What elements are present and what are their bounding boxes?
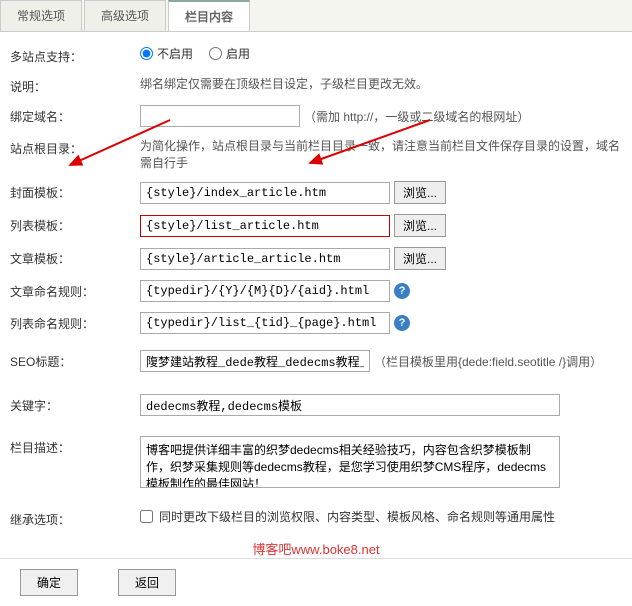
input-articlerule[interactable]: [140, 280, 390, 302]
input-seotitle[interactable]: [140, 350, 370, 372]
help-icon[interactable]: ?: [394, 283, 410, 299]
input-listtpl[interactable]: [140, 215, 390, 237]
label-columndesc: 栏目描述：: [10, 436, 140, 456]
input-listrule[interactable]: [140, 312, 390, 334]
label-siteroot: 站点根目录：: [10, 137, 140, 157]
label-seotitle: SEO标题：: [10, 350, 140, 370]
tab-advanced[interactable]: 高级选项: [84, 0, 166, 31]
textarea-columndesc[interactable]: 博客吧提供详细丰富的织梦dedecms相关经验技巧，内容包含织梦模板制作，织梦采…: [140, 436, 560, 488]
radio-multisite-on[interactable]: 启用: [209, 45, 250, 62]
label-listrule: 列表命名规则：: [10, 312, 140, 332]
ok-button[interactable]: 确定: [20, 569, 78, 596]
desc-text: 绑名绑定仅需要在顶级栏目设定，子级栏目更改无效。: [140, 75, 428, 92]
label-listtpl: 列表模板：: [10, 214, 140, 234]
seo-note: （栏目模板里用{dede:field.seotitle /}调用）: [374, 353, 602, 370]
label-articlerule: 文章命名规则：: [10, 280, 140, 300]
radio-multisite-off[interactable]: 不启用: [140, 45, 193, 62]
input-binddomain[interactable]: [140, 105, 300, 127]
label-keywords: 关键字：: [10, 394, 140, 414]
help-icon[interactable]: ?: [394, 315, 410, 331]
input-keywords[interactable]: [140, 394, 560, 416]
binddomain-hint: （需加 http://，一级或二级域名的根网址）: [304, 108, 529, 125]
siteroot-hint: 为简化操作，站点根目录与当前栏目目录一致，请注意当前栏目文件保存目录的设置，域名…: [140, 137, 622, 171]
label-binddomain: 绑定域名：: [10, 105, 140, 125]
browse-listtpl[interactable]: 浏览...: [394, 214, 446, 237]
browse-covertpl[interactable]: 浏览...: [394, 181, 446, 204]
back-button[interactable]: 返回: [118, 569, 176, 596]
label-covertpl: 封面模板：: [10, 181, 140, 201]
label-articletpl: 文章模板：: [10, 247, 140, 267]
tab-general[interactable]: 常规选项: [0, 0, 82, 31]
input-covertpl[interactable]: [140, 182, 390, 204]
label-multisite: 多站点支持：: [10, 45, 140, 65]
input-articletpl[interactable]: [140, 248, 390, 270]
browse-articletpl[interactable]: 浏览...: [394, 247, 446, 270]
label-desc: 说明：: [10, 75, 140, 95]
label-inherit: 继承选项：: [10, 508, 140, 528]
tab-column[interactable]: 栏目内容: [168, 0, 250, 31]
checkbox-inherit[interactable]: 同时更改下级栏目的浏览权限、内容类型、模板风格、命名规则等通用属性: [140, 508, 555, 525]
